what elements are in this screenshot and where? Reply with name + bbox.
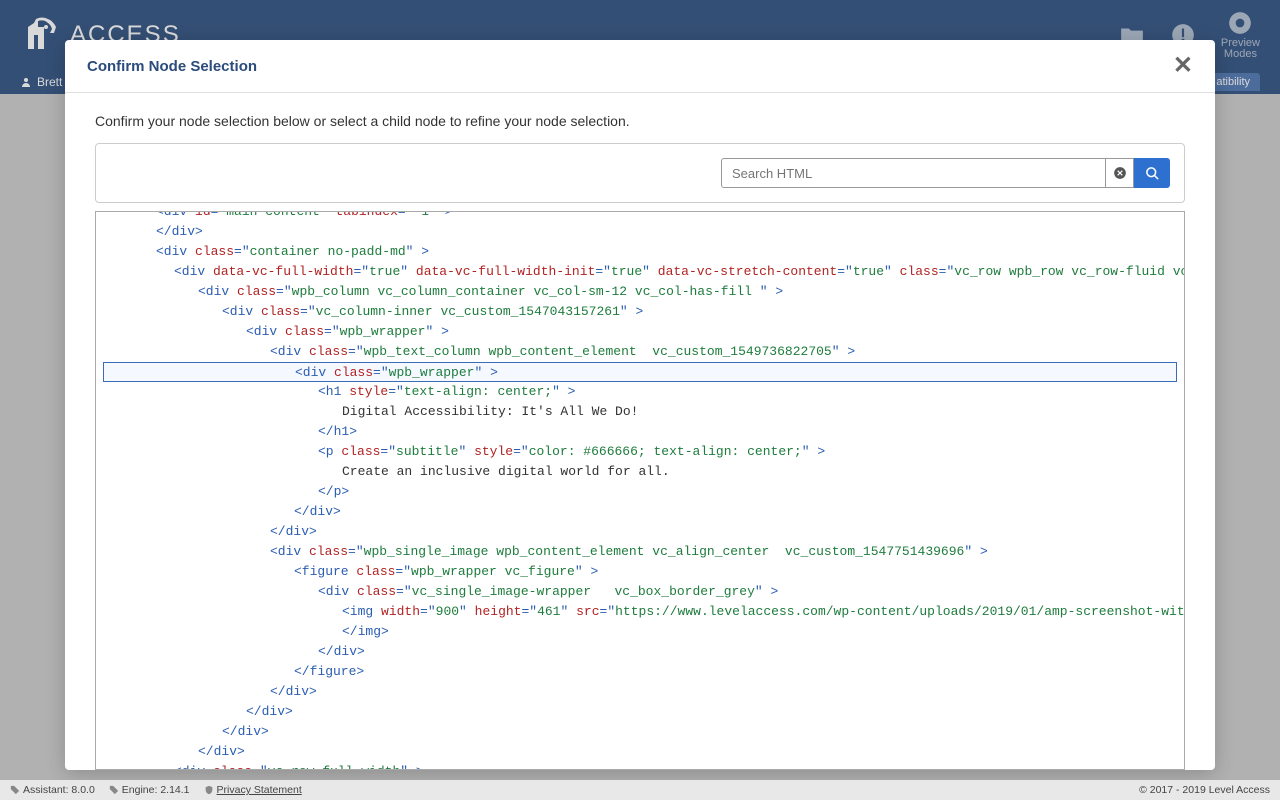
code-line[interactable]: </div> (104, 742, 1176, 762)
code-line[interactable]: <div class="container no-padd-md" > (104, 242, 1176, 262)
search-container (95, 143, 1185, 203)
search-input[interactable] (721, 158, 1106, 188)
code-line[interactable]: <div class="wpb_single_image wpb_content… (104, 542, 1176, 562)
clear-search-button[interactable] (1106, 158, 1134, 188)
code-line[interactable]: <div class="wpb_wrapper" > (103, 362, 1177, 382)
footer-assistant: Assistant: 8.0.0 (10, 784, 95, 796)
confirm-node-modal: Confirm Node Selection ✕ Confirm your no… (65, 40, 1215, 770)
code-line[interactable]: <div class="vc_column-inner vc_custom_15… (104, 302, 1176, 322)
code-line[interactable]: <div id="main-content" tabindex="-1" > (104, 211, 1176, 222)
code-line[interactable]: Create an inclusive digital world for al… (104, 462, 1176, 482)
modal-header: Confirm Node Selection ✕ (65, 40, 1215, 93)
search-icon (1145, 166, 1160, 181)
code-line[interactable]: </div> (104, 722, 1176, 742)
tag-icon (109, 785, 119, 795)
search-button[interactable] (1134, 158, 1170, 188)
footer: Assistant: 8.0.0 Engine: 2.14.1 Privacy … (0, 780, 1280, 800)
code-line[interactable]: <div class="wpb_wrapper" > (104, 322, 1176, 342)
code-line[interactable]: <figure class="wpb_wrapper vc_figure" > (104, 562, 1176, 582)
instruction-text: Confirm your node selection below or sel… (65, 93, 1215, 143)
code-line[interactable]: </div> (104, 642, 1176, 662)
modal-body: Confirm your node selection below or sel… (65, 93, 1215, 770)
code-line[interactable]: </h1> (104, 422, 1176, 442)
code-line[interactable]: Digital Accessibility: It's All We Do! (104, 402, 1176, 422)
code-line[interactable]: </div> (104, 222, 1176, 242)
code-line[interactable]: <div class="vc_single_image-wrapper vc_b… (104, 582, 1176, 602)
code-line[interactable]: <div class="vc_row-full-width" > (104, 762, 1176, 770)
code-line[interactable]: </figure> (104, 662, 1176, 682)
code-line[interactable]: <h1 style="text-align: center;" > (104, 382, 1176, 402)
code-line[interactable]: </div> (104, 702, 1176, 722)
code-line[interactable]: <div class="wpb_column vc_column_contain… (104, 282, 1176, 302)
modal-title: Confirm Node Selection (87, 58, 257, 75)
code-line[interactable]: </div> (104, 522, 1176, 542)
footer-copyright: © 2017 - 2019 Level Access (1139, 784, 1270, 796)
code-line[interactable]: <div data-vc-full-width="true" data-vc-f… (104, 262, 1176, 282)
code-line[interactable]: <div class="wpb_text_column wpb_content_… (104, 342, 1176, 362)
code-line[interactable]: </img> (104, 622, 1176, 642)
code-line[interactable]: </p> (104, 482, 1176, 502)
code-line[interactable]: </div> (104, 682, 1176, 702)
code-tree[interactable]: <div id="main-content" tabindex="-1" ></… (95, 211, 1185, 770)
footer-privacy-link[interactable]: Privacy Statement (204, 784, 302, 796)
code-line[interactable]: </div> (104, 502, 1176, 522)
footer-engine: Engine: 2.14.1 (109, 784, 190, 796)
code-line[interactable]: <p class="subtitle" style="color: #66666… (104, 442, 1176, 462)
clear-icon (1113, 166, 1127, 180)
tag-icon (10, 785, 20, 795)
shield-icon (204, 785, 214, 795)
close-icon[interactable]: ✕ (1173, 54, 1193, 78)
code-line[interactable]: <img width="900" height="461" src="https… (104, 602, 1176, 622)
